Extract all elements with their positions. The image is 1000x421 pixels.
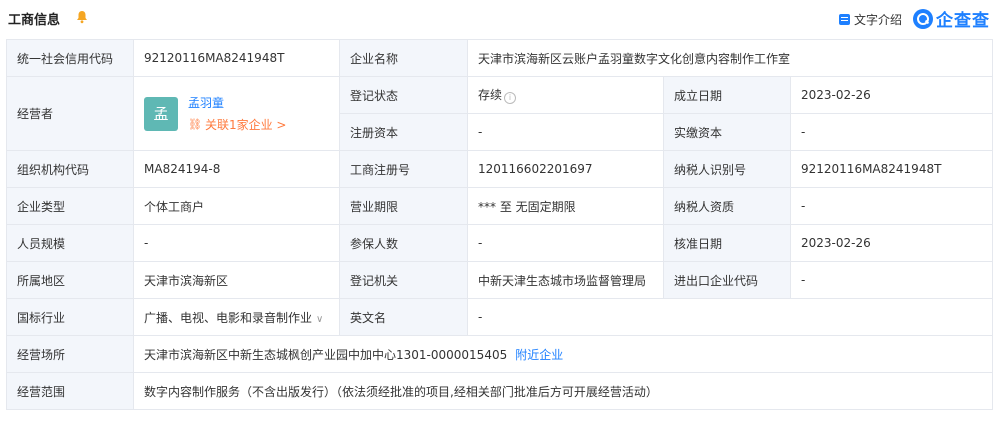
search-logo-icon xyxy=(913,8,933,29)
section-header: 工商信息 文字介绍 企查查 xyxy=(0,0,1000,38)
founded-label: 成立日期 xyxy=(663,76,791,114)
industry-cell[interactable]: 广播、电视、电影和录音制作业 ∨ xyxy=(133,298,340,336)
status-value: 存续 xyxy=(478,88,503,102)
status-cell: 存续 i xyxy=(467,76,664,114)
status-label: 登记状态 xyxy=(339,76,468,114)
insured-value: - xyxy=(467,224,664,262)
table-row: 统一社会信用代码 92120116MA8241948T 企业名称 天津市滨海新区… xyxy=(6,39,994,77)
approval-date-label: 核准日期 xyxy=(663,224,791,262)
import-export-label: 进出口企业代码 xyxy=(663,261,791,299)
table-row: 国标行业 广播、电视、电影和录音制作业 ∨ 英文名 - xyxy=(6,298,994,336)
insured-label: 参保人数 xyxy=(339,224,468,262)
address-cell: 天津市滨海新区中新生态城枫创产业园中加中心1301-0000015405 附近企业 xyxy=(132,335,994,373)
table-row: 组织机构代码 MA824194-8 工商注册号 120116602201697 … xyxy=(6,150,994,188)
authority-value: 中新天津生态城市场监督管理局 xyxy=(467,261,664,299)
address-value: 天津市滨海新区中新生态城枫创产业园中加中心1301-0000015405 xyxy=(144,347,508,362)
operator-cell: 孟 孟羽童 ⛓ 关联1家企业 > xyxy=(133,76,340,151)
reg-capital-value: - xyxy=(467,113,664,151)
chevron-down-icon[interactable]: ∨ xyxy=(316,314,323,325)
nearby-companies-link[interactable]: 附近企业 xyxy=(515,348,563,362)
company-name-value: 天津市滨海新区云账户孟羽童数字文化创意内容制作工作室 xyxy=(466,39,994,77)
english-name-label: 英文名 xyxy=(339,298,468,336)
org-code-label: 组织机构代码 xyxy=(6,150,134,188)
credit-code-value: 92120116MA8241948T xyxy=(133,39,340,77)
info-icon[interactable]: i xyxy=(504,92,517,104)
paid-capital-label: 实缴资本 xyxy=(663,113,791,151)
business-info-table: 统一社会信用代码 92120116MA8241948T 企业名称 天津市滨海新区… xyxy=(6,39,994,410)
staff-size-value: - xyxy=(133,224,340,262)
credit-code-label: 统一社会信用代码 xyxy=(6,39,134,77)
related-companies-label: 关联1家企业 > xyxy=(204,118,287,132)
taxpayer-qual-label: 纳税人资质 xyxy=(663,187,791,225)
approval-date-value: 2023-02-26 xyxy=(789,224,994,262)
founded-value: 2023-02-26 xyxy=(789,76,994,114)
link-icon: ⛓ xyxy=(188,118,202,131)
operator-label: 经营者 xyxy=(6,76,134,151)
company-type-value: 个体工商户 xyxy=(133,187,340,225)
industry-value: 广播、电视、电影和录音制作业 xyxy=(144,310,313,325)
scope-value: 数字内容制作服务（不含出版发行）（依法须经批准的项目,经相关部门批准后方可开展经… xyxy=(132,372,994,410)
section-title: 工商信息 xyxy=(8,13,61,28)
text-intro-button[interactable]: 文字介绍 xyxy=(838,11,902,28)
address-label: 经营场所 xyxy=(6,335,134,373)
document-icon xyxy=(838,14,850,25)
english-name-value: - xyxy=(466,298,994,336)
staff-size-label: 人员规模 xyxy=(6,224,134,262)
taxpayer-qual-value: - xyxy=(789,187,994,225)
org-code-value: MA824194-8 xyxy=(133,150,340,188)
table-row: 人员规模 - 参保人数 - 核准日期 2023-02-26 xyxy=(6,224,994,262)
avatar[interactable]: 孟 xyxy=(144,96,178,131)
reg-no-label: 工商注册号 xyxy=(339,150,468,188)
table-row: 经营范围 数字内容制作服务（不含出版发行）（依法须经批准的项目,经相关部门批准后… xyxy=(6,372,994,410)
business-term-value: *** 至 无固定期限 xyxy=(467,187,664,225)
operator-info: 孟羽童 ⛓ 关联1家企业 > xyxy=(188,94,286,133)
table-row: 所属地区 天津市滨海新区 登记机关 中新天津生态城市场监督管理局 进出口企业代码… xyxy=(6,261,994,299)
reg-no-value: 120116602201697 xyxy=(467,150,664,188)
industry-label: 国标行业 xyxy=(6,298,134,336)
scope-label: 经营范围 xyxy=(6,372,134,410)
reg-capital-label: 注册资本 xyxy=(339,113,468,151)
paid-capital-value: - xyxy=(789,113,994,151)
related-companies-link[interactable]: ⛓ 关联1家企业 > xyxy=(188,116,286,133)
table-row: 经营场所 天津市滨海新区中新生态城枫创产业园中加中心1301-000001540… xyxy=(6,335,994,373)
region-label: 所属地区 xyxy=(6,261,134,299)
taxpayer-id-value: 92120116MA8241948T xyxy=(789,150,994,188)
table-row: 经营者 孟 孟羽童 ⛓ 关联1家企业 > 登记状态 存续 i 成立日期 2023-… xyxy=(6,76,994,151)
table-row: 企业类型 个体工商户 营业期限 *** 至 无固定期限 纳税人资质 - xyxy=(6,187,994,225)
logo-text: 企查查 xyxy=(936,11,990,31)
company-type-label: 企业类型 xyxy=(6,187,134,225)
taxpayer-id-label: 纳税人识别号 xyxy=(663,150,791,188)
region-value: 天津市滨海新区 xyxy=(133,261,340,299)
import-export-value: - xyxy=(789,261,994,299)
operator-person: 孟 孟羽童 ⛓ 关联1家企业 > xyxy=(144,94,329,133)
business-term-label: 营业期限 xyxy=(339,187,468,225)
bell-icon[interactable] xyxy=(74,9,90,25)
operator-name-link[interactable]: 孟羽童 xyxy=(188,94,286,111)
company-name-label: 企业名称 xyxy=(339,39,468,77)
authority-label: 登记机关 xyxy=(339,261,468,299)
text-intro-label: 文字介绍 xyxy=(853,13,902,27)
qcc-logo: 企查查 xyxy=(913,6,990,31)
